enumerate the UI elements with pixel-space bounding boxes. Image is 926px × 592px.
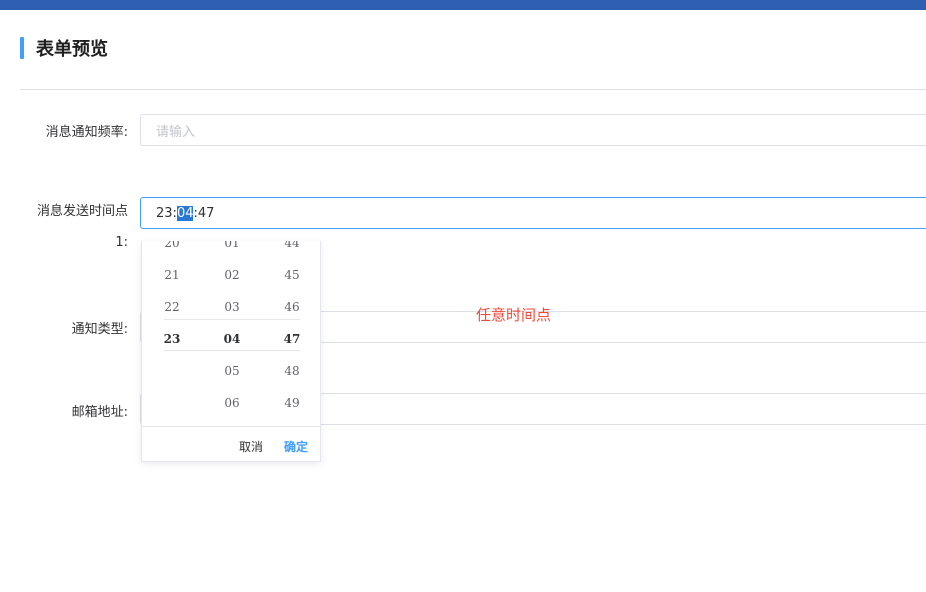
second-option[interactable]: 48	[262, 355, 320, 387]
minute-column[interactable]: 01 02 03 04 05 06	[202, 241, 262, 419]
page-title-block: 表单预览	[20, 36, 108, 60]
minute-option[interactable]: 05	[202, 355, 262, 387]
hour-option[interactable]: 21	[142, 259, 202, 291]
page-title: 表单预览	[36, 39, 108, 60]
minute-option[interactable]: 02	[202, 259, 262, 291]
send-time-label: 消息发送时间点 1:	[37, 203, 128, 252]
notify-type-note: 任意时间点	[476, 306, 552, 324]
time-hour: 23	[156, 205, 173, 221]
frequency-placeholder: 请输入	[156, 124, 196, 140]
hour-option[interactable]: 20	[142, 241, 202, 259]
title-accent-bar	[20, 37, 24, 59]
divider	[20, 89, 926, 90]
time-picker-footer: 取消 确定	[142, 426, 320, 461]
second-column[interactable]: 44 45 46 47 48 49	[262, 241, 320, 419]
minute-option[interactable]: 03	[202, 291, 262, 323]
second-option[interactable]: 45	[262, 259, 320, 291]
send-time-label-line2: 1:	[115, 235, 128, 250]
time-minute-selected: 04	[176, 205, 194, 221]
hour-column[interactable]: 20 21 22 23	[142, 241, 202, 355]
send-time-label-line1: 消息发送时间点	[36, 204, 128, 219]
confirm-button[interactable]: 确定	[284, 438, 308, 455]
cancel-button[interactable]: 取消	[239, 438, 263, 455]
minute-option[interactable]: 06	[202, 387, 262, 419]
notify-type-label: 通知类型:	[71, 322, 128, 337]
second-option[interactable]: 44	[262, 241, 320, 259]
minute-option[interactable]: 01	[202, 241, 262, 259]
second-option[interactable]: 49	[262, 387, 320, 419]
second-option-selected[interactable]: 47	[262, 323, 320, 355]
time-second: 47	[197, 205, 215, 221]
frequency-label: 消息通知频率:	[45, 125, 128, 140]
time-picker-panel: 20 21 22 23 01 02 03 04 05 06 44 45 46 4…	[141, 241, 321, 462]
minute-option-selected[interactable]: 04	[202, 323, 262, 355]
email-label: 邮箱地址:	[71, 405, 128, 420]
time-picker-columns: 20 21 22 23 01 02 03 04 05 06 44 45 46 4…	[142, 241, 320, 426]
top-nav-bar	[0, 0, 926, 10]
hour-option[interactable]: 22	[142, 291, 202, 323]
hour-option-selected[interactable]: 23	[142, 323, 202, 355]
frequency-input[interactable]: 请输入	[140, 114, 926, 146]
second-option[interactable]: 46	[262, 291, 320, 323]
send-time-input[interactable]: 23:04:47	[140, 197, 926, 229]
